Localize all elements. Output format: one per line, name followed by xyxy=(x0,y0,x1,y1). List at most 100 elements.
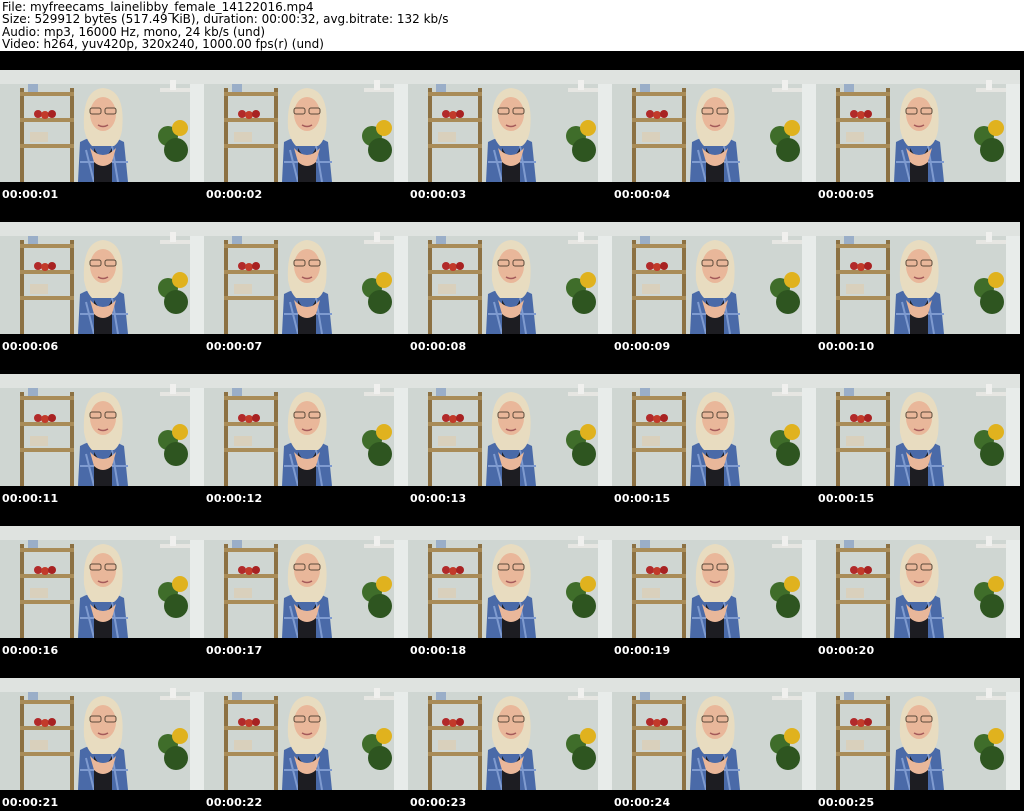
thumbnail-cell[interactable]: 00:00:16 xyxy=(0,507,204,659)
video-frame-thumbnail[interactable] xyxy=(408,70,612,182)
thumbnail-cell[interactable]: 00:00:24 xyxy=(612,659,816,811)
thumbnail-cell[interactable]: 00:00:04 xyxy=(612,51,816,203)
thumbnail-cell[interactable]: 00:00:20 xyxy=(816,507,1020,659)
thumbnail-cell[interactable]: 00:00:12 xyxy=(204,355,408,507)
frame-image xyxy=(612,526,816,638)
video-frame-thumbnail[interactable] xyxy=(408,678,612,790)
thumbnail-cell[interactable]: 00:00:19 xyxy=(612,507,816,659)
frame-timestamp: 00:00:23 xyxy=(410,796,467,809)
frame-timestamp: 00:00:13 xyxy=(410,492,467,505)
video-frame-thumbnail[interactable] xyxy=(408,374,612,486)
thumbnail-cell[interactable]: 00:00:08 xyxy=(408,203,612,355)
video-frame-thumbnail[interactable] xyxy=(816,526,1020,638)
frame-image xyxy=(816,222,1020,334)
frame-timestamp: 00:00:07 xyxy=(206,340,263,353)
frame-image xyxy=(612,678,816,790)
thumbnail-cell[interactable]: 00:00:18 xyxy=(408,507,612,659)
frame-timestamp: 00:00:16 xyxy=(2,644,59,657)
thumbnail-cell[interactable]: 00:00:22 xyxy=(204,659,408,811)
thumbnail-cell[interactable]: 00:00:25 xyxy=(816,659,1020,811)
video-frame-thumbnail[interactable] xyxy=(0,70,204,182)
frame-timestamp: 00:00:25 xyxy=(818,796,875,809)
frame-image xyxy=(0,222,204,334)
frame-timestamp: 00:00:01 xyxy=(2,188,59,201)
video-frame-thumbnail[interactable] xyxy=(816,70,1020,182)
thumbnail-cell[interactable]: 00:00:07 xyxy=(204,203,408,355)
frame-image xyxy=(0,526,204,638)
thumbnail-row: 00:00:01 00:00:02 00:00:03 00:00:04 00:0… xyxy=(0,51,1024,203)
thumbnail-cell[interactable]: 00:00:02 xyxy=(204,51,408,203)
thumbnail-cell[interactable]: 00:00:13 xyxy=(408,355,612,507)
video-frame-thumbnail[interactable] xyxy=(204,374,408,486)
video-frame-thumbnail[interactable] xyxy=(204,70,408,182)
thumbnail-cell[interactable]: 00:00:21 xyxy=(0,659,204,811)
frame-timestamp: 00:00:21 xyxy=(2,796,59,809)
video-frame-thumbnail[interactable] xyxy=(204,526,408,638)
frame-image xyxy=(408,678,612,790)
thumbnail-cell[interactable]: 00:00:17 xyxy=(204,507,408,659)
video-frame-thumbnail[interactable] xyxy=(408,222,612,334)
video-frame-thumbnail[interactable] xyxy=(204,222,408,334)
thumbnail-cell[interactable]: 00:00:05 xyxy=(816,51,1020,203)
frame-timestamp: 00:00:15 xyxy=(614,492,671,505)
thumbnail-cell[interactable]: 00:00:15 xyxy=(816,355,1020,507)
thumbnail-row: 00:00:16 00:00:17 00:00:18 00:00:19 00:0… xyxy=(0,507,1024,659)
video-frame-thumbnail[interactable] xyxy=(204,678,408,790)
frame-image xyxy=(204,526,408,638)
frame-timestamp: 00:00:02 xyxy=(206,188,263,201)
video-frame-thumbnail[interactable] xyxy=(612,70,816,182)
frame-image xyxy=(0,70,204,182)
frame-timestamp: 00:00:17 xyxy=(206,644,263,657)
frame-timestamp: 00:00:10 xyxy=(818,340,875,353)
frame-timestamp: 00:00:11 xyxy=(2,492,59,505)
frame-image xyxy=(0,678,204,790)
video-frame-thumbnail[interactable] xyxy=(612,678,816,790)
thumbnail-row: 00:00:11 00:00:12 00:00:13 00:00:15 00:0… xyxy=(0,355,1024,507)
video-frame-thumbnail[interactable] xyxy=(816,374,1020,486)
frame-image xyxy=(612,374,816,486)
video-frame-thumbnail[interactable] xyxy=(612,526,816,638)
thumbnail-row: 00:00:21 00:00:22 00:00:23 00:00:24 00:0… xyxy=(0,659,1024,811)
video-frame-thumbnail[interactable] xyxy=(816,678,1020,790)
frame-timestamp: 00:00:24 xyxy=(614,796,671,809)
video-frame-thumbnail[interactable] xyxy=(0,374,204,486)
frame-image xyxy=(816,678,1020,790)
frame-image xyxy=(816,374,1020,486)
frame-image xyxy=(408,374,612,486)
frame-timestamp: 00:00:04 xyxy=(614,188,671,201)
video-frame-thumbnail[interactable] xyxy=(612,374,816,486)
thumbnail-cell[interactable]: 00:00:15 xyxy=(612,355,816,507)
frame-timestamp: 00:00:12 xyxy=(206,492,263,505)
video-frame-thumbnail[interactable] xyxy=(0,678,204,790)
frame-timestamp: 00:00:20 xyxy=(818,644,875,657)
frame-timestamp: 00:00:03 xyxy=(410,188,467,201)
video-frame-thumbnail[interactable] xyxy=(816,222,1020,334)
thumbnail-cell[interactable]: 00:00:11 xyxy=(0,355,204,507)
frame-image xyxy=(612,70,816,182)
frame-image xyxy=(204,374,408,486)
video-frame-thumbnail[interactable] xyxy=(0,222,204,334)
thumbnail-cell[interactable]: 00:00:09 xyxy=(612,203,816,355)
frame-timestamp: 00:00:22 xyxy=(206,796,263,809)
frame-timestamp: 00:00:08 xyxy=(410,340,467,353)
frame-image xyxy=(408,526,612,638)
thumbnail-cell[interactable]: 00:00:10 xyxy=(816,203,1020,355)
thumbnail-cell[interactable]: 00:00:23 xyxy=(408,659,612,811)
frame-image xyxy=(816,526,1020,638)
thumbnail-grid: 00:00:01 00:00:02 00:00:03 00:00:04 00:0… xyxy=(0,51,1024,811)
video-frame-thumbnail[interactable] xyxy=(612,222,816,334)
thumbnail-cell[interactable]: 00:00:01 xyxy=(0,51,204,203)
video-frame-thumbnail[interactable] xyxy=(0,526,204,638)
frame-image xyxy=(204,222,408,334)
frame-image xyxy=(408,70,612,182)
video-frame-thumbnail[interactable] xyxy=(408,526,612,638)
frame-image xyxy=(204,678,408,790)
video-info-line: Video: h264, yuv420p, 320x240, 1000.00 f… xyxy=(2,37,324,52)
frame-timestamp: 00:00:09 xyxy=(614,340,671,353)
thumbnail-row: 00:00:06 00:00:07 00:00:08 00:00:09 00:0… xyxy=(0,203,1024,355)
thumbnail-cell[interactable]: 00:00:03 xyxy=(408,51,612,203)
file-size-line: Size: 529912 bytes (517.49 KiB), duratio… xyxy=(2,12,449,27)
frame-image xyxy=(816,70,1020,182)
frame-image xyxy=(612,222,816,334)
thumbnail-cell[interactable]: 00:00:06 xyxy=(0,203,204,355)
